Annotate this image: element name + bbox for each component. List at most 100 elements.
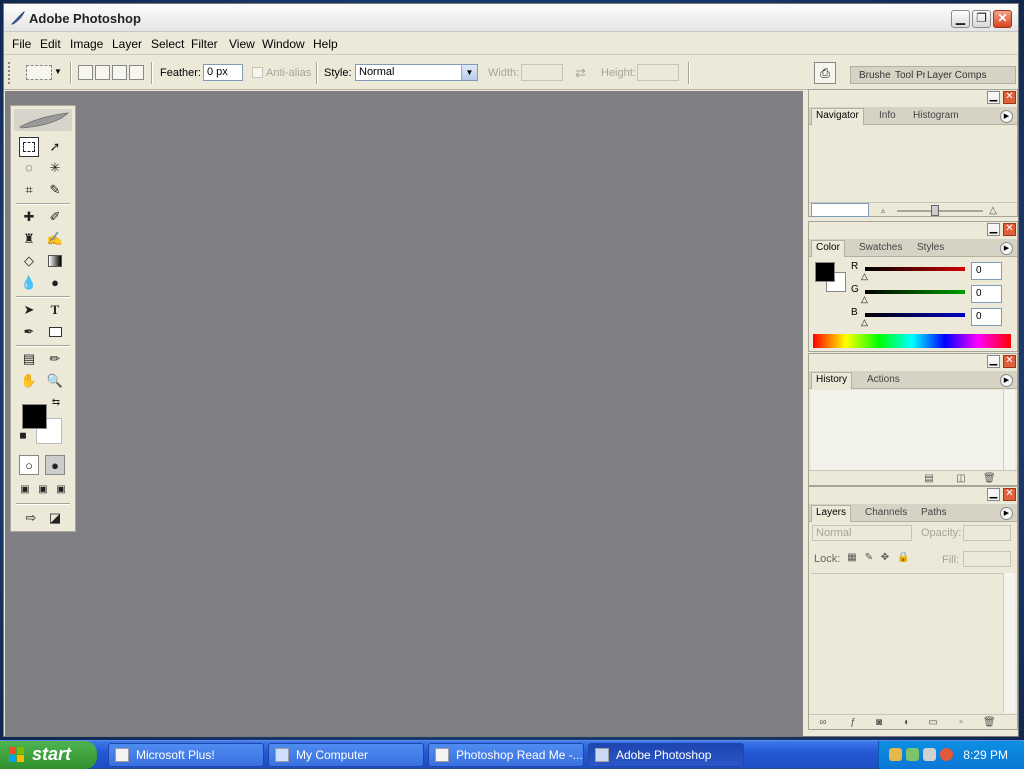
- menu-file[interactable]: File: [12, 37, 31, 51]
- chevron-down-icon[interactable]: ▼: [461, 65, 477, 80]
- menu-image[interactable]: Image: [70, 37, 103, 51]
- tool-preset-picker[interactable]: [26, 65, 52, 80]
- tab-actions[interactable]: Actions: [863, 373, 904, 386]
- swap-colors-icon[interactable]: ⇆: [49, 396, 63, 410]
- panel-header[interactable]: ▁ ✕: [809, 354, 1017, 370]
- menu-edit[interactable]: Edit: [40, 37, 61, 51]
- zoom-level-input[interactable]: [811, 203, 869, 217]
- taskbar-item-adobe-photoshop[interactable]: Adobe Photoshop: [588, 743, 744, 767]
- lasso-tool-icon[interactable]: ◌: [19, 158, 39, 178]
- blue-slider[interactable]: [865, 313, 965, 317]
- hand-tool-icon[interactable]: ✋: [19, 371, 39, 391]
- foreground-color-swatch[interactable]: [22, 404, 47, 429]
- width-input[interactable]: [521, 64, 563, 81]
- tab-history[interactable]: History: [811, 372, 853, 389]
- minimize-panel-icon[interactable]: ▁: [987, 355, 1000, 368]
- panel-menu-icon[interactable]: ▶: [1000, 242, 1013, 255]
- jump-to-imageready-icon[interactable]: ⇨: [19, 508, 43, 528]
- color-spectrum-bar[interactable]: [813, 334, 1011, 348]
- zoom-slider-thumb[interactable]: [931, 205, 939, 216]
- layers-scrollbar[interactable]: [1003, 573, 1015, 713]
- new-selection-icon[interactable]: [78, 65, 93, 80]
- adjustment-layer-icon[interactable]: ◐: [901, 717, 913, 729]
- panel-menu-icon[interactable]: ▶: [1000, 110, 1013, 123]
- subtract-selection-icon[interactable]: [112, 65, 127, 80]
- zoom-tool-icon[interactable]: 🔍: [45, 371, 65, 391]
- link-layers-icon[interactable]: ∞: [817, 717, 829, 729]
- red-slider[interactable]: [865, 267, 965, 271]
- tray-app-icon[interactable]: [889, 748, 902, 761]
- tab-paths[interactable]: Paths: [917, 506, 951, 519]
- layer-style-icon[interactable]: ƒ: [847, 717, 859, 729]
- taskbar-item-my-computer[interactable]: My Computer: [268, 743, 424, 767]
- green-slider-thumb[interactable]: △: [861, 294, 868, 305]
- move-tool-icon[interactable]: ➚: [45, 137, 65, 157]
- antialias-checkbox[interactable]: [252, 67, 263, 78]
- intersect-selection-icon[interactable]: [129, 65, 144, 80]
- menu-help[interactable]: Help: [313, 37, 338, 51]
- menu-window[interactable]: Window: [262, 37, 305, 51]
- swap-dimensions-icon[interactable]: ⇄: [575, 65, 586, 81]
- blue-value-input[interactable]: 0: [971, 308, 1002, 326]
- eraser-tool-icon[interactable]: ◇: [19, 251, 39, 271]
- type-tool-icon[interactable]: T: [45, 300, 65, 320]
- fill-input[interactable]: [963, 551, 1011, 567]
- panel-header[interactable]: ▁ ✕: [809, 222, 1017, 238]
- delete-layer-icon[interactable]: 🗑: [983, 717, 996, 729]
- lock-image-icon[interactable]: ✎: [863, 552, 875, 564]
- tray-volume-icon[interactable]: [923, 748, 936, 761]
- pen-tool-icon[interactable]: ✒: [19, 322, 39, 342]
- marquee-tool-icon[interactable]: [19, 137, 39, 157]
- tab-styles[interactable]: Styles: [913, 241, 948, 254]
- standard-screen-mode-icon[interactable]: ▣: [17, 482, 33, 498]
- green-slider[interactable]: [865, 290, 965, 294]
- brush-tool-icon[interactable]: ✐: [45, 207, 65, 227]
- crop-tool-icon[interactable]: ⌗: [19, 180, 39, 200]
- minimize-button[interactable]: ▁: [951, 10, 970, 28]
- dodge-tool-icon[interactable]: ●: [45, 273, 65, 293]
- notes-tool-icon[interactable]: ▤: [19, 349, 39, 369]
- preset-dropdown-icon[interactable]: ▼: [54, 67, 62, 76]
- clone-stamp-tool-icon[interactable]: ♜: [19, 229, 39, 249]
- healing-brush-tool-icon[interactable]: ✚: [19, 207, 39, 227]
- foreground-color-swatch[interactable]: [815, 262, 835, 282]
- red-slider-thumb[interactable]: △: [861, 271, 868, 282]
- tray-network-icon[interactable]: [906, 748, 919, 761]
- tab-color[interactable]: Color: [811, 240, 845, 257]
- panel-header[interactable]: ▁ ✕: [809, 90, 1017, 106]
- opacity-input[interactable]: [963, 525, 1011, 541]
- title-bar[interactable]: Adobe Photoshop ▁ ❐ ✕: [4, 4, 1018, 32]
- lock-all-icon[interactable]: 🔒: [897, 552, 909, 564]
- default-colors-icon[interactable]: ◼: [17, 429, 29, 441]
- layer-mask-icon[interactable]: ◙: [873, 717, 885, 729]
- slice-tool-icon[interactable]: ✎: [45, 180, 65, 200]
- menu-view[interactable]: View: [229, 37, 255, 51]
- path-selection-tool-icon[interactable]: ➤: [19, 300, 39, 320]
- quick-mask-mode-icon[interactable]: ●: [45, 455, 65, 475]
- green-value-input[interactable]: 0: [971, 285, 1002, 303]
- start-button[interactable]: start: [0, 741, 97, 769]
- blue-slider-thumb[interactable]: △: [861, 317, 868, 328]
- style-select[interactable]: Normal ▼: [355, 64, 478, 81]
- height-input[interactable]: [637, 64, 679, 81]
- minimize-panel-icon[interactable]: ▁: [987, 91, 1000, 104]
- toolbox-feather-logo[interactable]: [14, 109, 72, 131]
- well-tab-tool-presets[interactable]: Tool Presets: [895, 70, 925, 81]
- well-tab-brushes[interactable]: Brushes: [859, 70, 891, 81]
- imageready-icon[interactable]: ◪: [45, 508, 65, 528]
- new-group-icon[interactable]: ▭: [927, 717, 939, 729]
- options-bar-grip[interactable]: [8, 62, 12, 84]
- tab-histogram[interactable]: Histogram: [909, 109, 963, 122]
- blend-mode-select[interactable]: Normal: [812, 525, 912, 541]
- history-brush-tool-icon[interactable]: ✍: [45, 229, 65, 249]
- close-panel-icon[interactable]: ✕: [1003, 223, 1016, 236]
- close-panel-icon[interactable]: ✕: [1003, 355, 1016, 368]
- menu-layer[interactable]: Layer: [112, 37, 142, 51]
- minimize-panel-icon[interactable]: ▁: [987, 488, 1000, 501]
- history-scrollbar[interactable]: [1003, 390, 1015, 470]
- new-layer-icon[interactable]: ▫: [955, 717, 967, 729]
- feather-input[interactable]: 0 px: [203, 64, 243, 81]
- workspace-canvas[interactable]: [5, 91, 803, 736]
- menu-select[interactable]: Select: [151, 37, 184, 51]
- menu-filter[interactable]: Filter: [191, 37, 218, 51]
